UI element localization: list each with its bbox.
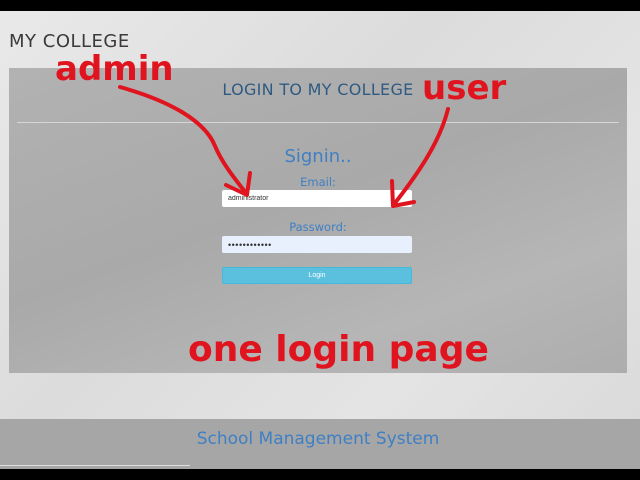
footer: School Management System [0, 419, 640, 469]
login-button[interactable]: Login [222, 267, 412, 284]
email-field[interactable] [222, 190, 412, 207]
divider [17, 122, 619, 123]
password-label: Password: [289, 220, 347, 234]
footer-divider [0, 465, 190, 466]
footer-text: School Management System [196, 429, 440, 449]
login-panel: LOGIN TO MY COLLEGE Signin.. Email: Pass… [9, 68, 627, 373]
caption-annotation: one login page [188, 329, 489, 370]
admin-annotation: admin [55, 49, 174, 89]
screen: MY COLLEGE LOGIN TO MY COLLEGE Signin.. … [0, 11, 640, 469]
user-annotation: user [422, 68, 507, 108]
password-field[interactable] [222, 236, 412, 253]
email-label: Email: [300, 175, 336, 189]
signin-heading: Signin.. [284, 146, 352, 167]
